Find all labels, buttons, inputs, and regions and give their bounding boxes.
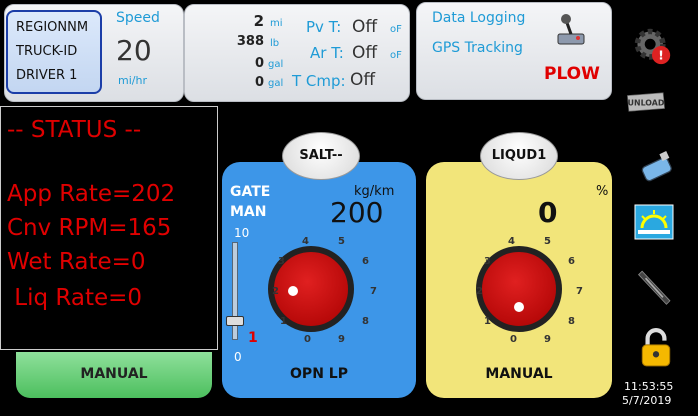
status-panel: -- STATUS -- App Rate=202 Cnv RPM=165 We…: [0, 106, 218, 350]
pavement-temp-label: Pv T:: [306, 18, 342, 36]
distance-value: 2: [253, 12, 264, 30]
manual-mode-button[interactable]: MANUAL: [16, 352, 212, 398]
vehicle-id-box[interactable]: REGIONNM TRUCK-ID DRIVER 1: [6, 10, 102, 94]
air-temp-value: Off: [352, 43, 378, 63]
clock-date: 5/7/2019: [622, 394, 672, 407]
gate-slider-max: 10: [234, 226, 250, 240]
gear-alert-icon[interactable]: !: [632, 26, 672, 66]
speed-unit: mi/hr: [118, 74, 147, 87]
gate-slider-value: 1: [248, 330, 258, 346]
liquid-rate-text: Liq Rate=0: [7, 285, 143, 311]
distance-unit: mi: [270, 18, 283, 29]
liquid-knob-tick-6: 6: [568, 256, 575, 267]
salt-knob-tick-4: 4: [302, 236, 309, 247]
salt-knob-tick-0: 0: [304, 334, 311, 345]
brightness-icon[interactable]: [634, 202, 674, 242]
region-name: REGIONNM: [16, 20, 89, 35]
salt-knob-tick-1: 1: [280, 316, 287, 327]
usb-drive-icon[interactable]: [638, 148, 678, 188]
plow-status: PLOW: [544, 64, 600, 84]
open-loop-button[interactable]: OPN LP: [222, 352, 416, 398]
gallons-value-2: 0: [254, 75, 264, 90]
man-label: MAN: [230, 204, 267, 220]
liquid-rate-value: 0: [538, 196, 558, 229]
weight-value: 388: [236, 34, 264, 49]
salt-knob-tick-6: 6: [362, 256, 369, 267]
liquid-knob-tick-9: 9: [544, 334, 551, 345]
gallons-unit-2: gal: [268, 78, 284, 89]
salt-knob-tick-7: 7: [370, 286, 377, 297]
salt-knob-tick-3: 3: [278, 256, 285, 267]
plow-blade-icon[interactable]: [636, 266, 676, 306]
liquid-manual-button[interactable]: MANUAL: [426, 352, 612, 398]
clock-time: 11:53:55: [624, 380, 674, 393]
liquid-knob-tick-8: 8: [568, 316, 575, 327]
pavement-temp-value: Off: [352, 17, 378, 37]
air-temp-unit: oF: [390, 50, 402, 61]
liquid-knob-tick-1: 1: [484, 316, 491, 327]
liquid-rate-unit: %: [596, 184, 609, 199]
salt-material-button[interactable]: SALT--: [282, 132, 360, 180]
wet-rate-text: Wet Rate=0: [7, 249, 146, 275]
data-logging-label: Data Logging: [432, 10, 526, 26]
temp-compensation-value: Off: [350, 70, 376, 90]
air-temp-label: Ar T:: [310, 44, 344, 62]
temp-compensation-label: T Cmp:: [292, 72, 346, 90]
liquid-knob-tick-5: 5: [544, 236, 551, 247]
gate-slider-thumb[interactable]: [226, 316, 244, 326]
liquid-knob-indicator: [514, 302, 524, 312]
salt-knob-tick-8: 8: [362, 316, 369, 327]
liquid-material-button[interactable]: LIQUD1: [480, 132, 558, 180]
svg-text:!: !: [658, 48, 664, 63]
truck-id: TRUCK-ID: [16, 44, 78, 59]
salt-knob-tick-2: 2: [272, 286, 279, 297]
gate-label: GATE: [230, 184, 271, 200]
gallons-value-1: 0: [254, 56, 264, 71]
salt-knob-tick-9: 9: [338, 334, 345, 345]
weight-unit: lb: [270, 38, 280, 49]
gallons-unit-1: gal: [268, 59, 284, 70]
salt-knob-tick-5: 5: [338, 236, 345, 247]
liquid-knob-tick-4: 4: [508, 236, 515, 247]
liquid-knob-tick-0: 0: [510, 334, 517, 345]
salt-rate-value: 200: [330, 196, 384, 229]
lock-icon[interactable]: [636, 328, 676, 368]
liquid-knob-tick-7: 7: [576, 286, 583, 297]
joystick-icon: [557, 14, 585, 45]
pavement-temp-unit: oF: [390, 24, 402, 35]
liquid-knob-tick-2: 2: [476, 286, 483, 297]
svg-text:UNLOAD: UNLOAD: [628, 99, 665, 108]
conveyor-rpm-text: Cnv RPM=165: [7, 215, 172, 241]
gps-tracking-label: GPS Tracking: [432, 40, 523, 56]
speed-label: Speed: [116, 10, 160, 26]
status-title: -- STATUS --: [7, 117, 142, 143]
unload-icon[interactable]: UNLOAD: [626, 82, 666, 122]
salt-knob-indicator: [288, 286, 298, 296]
app-rate-text: App Rate=202: [7, 181, 176, 207]
liquid-knob-tick-3: 3: [484, 256, 491, 267]
speed-value: 20: [116, 34, 152, 67]
driver-name: DRIVER 1: [16, 68, 78, 83]
